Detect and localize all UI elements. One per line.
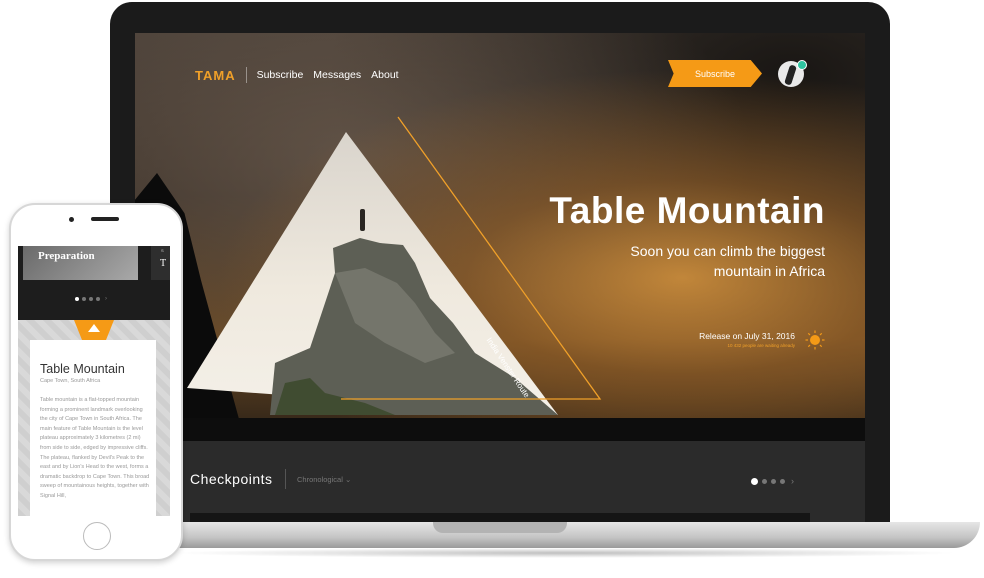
phone-home-button[interactable] (83, 522, 111, 550)
climber-figure (360, 209, 365, 231)
nav-divider (245, 67, 247, 83)
avatar-figure (784, 64, 797, 86)
checkpoints-pager: › (751, 476, 794, 486)
pager-dot[interactable] (89, 297, 93, 301)
pager-dot[interactable] (751, 477, 758, 485)
pager-dot[interactable] (780, 478, 785, 484)
release-waiting-count: 10 432 people are waiting already (727, 343, 795, 348)
phone-screen: Preparation S T › Table Mountain Cape To… (18, 246, 170, 516)
sun-icon (805, 330, 825, 350)
pager-dot[interactable] (96, 297, 100, 301)
phone-next-slide-initial: T (160, 258, 167, 269)
phone-slider-pager: › (75, 296, 107, 302)
sort-dropdown[interactable]: Chronological ⌄ (297, 475, 351, 484)
nav-link-messages[interactable]: Messages (313, 69, 361, 81)
chevron-down-icon: ⌄ (344, 475, 352, 484)
phone-card-title: Table Mountain (40, 362, 125, 376)
pager-dot[interactable] (771, 478, 776, 484)
hero-subtitle-line1: Soon you can climb the biggest (630, 243, 825, 259)
top-nav: TAMA Subscribe Messages About (195, 67, 409, 83)
pager-dot[interactable] (82, 297, 86, 301)
checkpoints-divider (285, 469, 286, 489)
phone-speaker (91, 217, 119, 221)
hero-subtitle-line2: mountain in Africa (713, 263, 825, 279)
phone-card-body: Table mountain is a flat-topped mountain… (40, 397, 150, 499)
pager-dot[interactable] (75, 297, 79, 301)
phone-next-slide-small: S (161, 248, 164, 253)
pager-dot[interactable] (762, 478, 767, 484)
nav-link-about[interactable]: About (371, 69, 398, 81)
phone-camera (69, 217, 74, 222)
brand-logo[interactable]: TAMA (195, 68, 236, 83)
checkpoints-bar: Checkpoints Chronological ⌄ › (135, 441, 865, 523)
hero-triangle-graphic (187, 116, 602, 415)
hero-subtitle: Soon you can climb the biggest mountain … (575, 241, 825, 281)
release-date: Release on July 31, 2016 (699, 331, 795, 341)
laptop-notch (433, 522, 567, 533)
phone-card-location: Cape Town, South Africa (40, 378, 101, 384)
phone-slide-title: Preparation (38, 250, 95, 262)
laptop-screen: India Venster Route TAMA Subscribe Messa… (135, 33, 865, 523)
chevron-right-icon[interactable]: › (791, 476, 794, 486)
chevron-right-icon[interactable]: › (105, 296, 107, 302)
laptop-shadow (170, 548, 960, 558)
nav-link-subscribe[interactable]: Subscribe (257, 69, 304, 81)
hero-title: Table Mountain (549, 190, 825, 231)
mountain-icon (88, 324, 100, 332)
subscribe-button[interactable]: Subscribe (668, 60, 762, 87)
sort-dropdown-label: Chronological (297, 475, 343, 484)
checkpoints-title: Checkpoints (190, 471, 273, 487)
avatar-status-badge (797, 60, 807, 70)
